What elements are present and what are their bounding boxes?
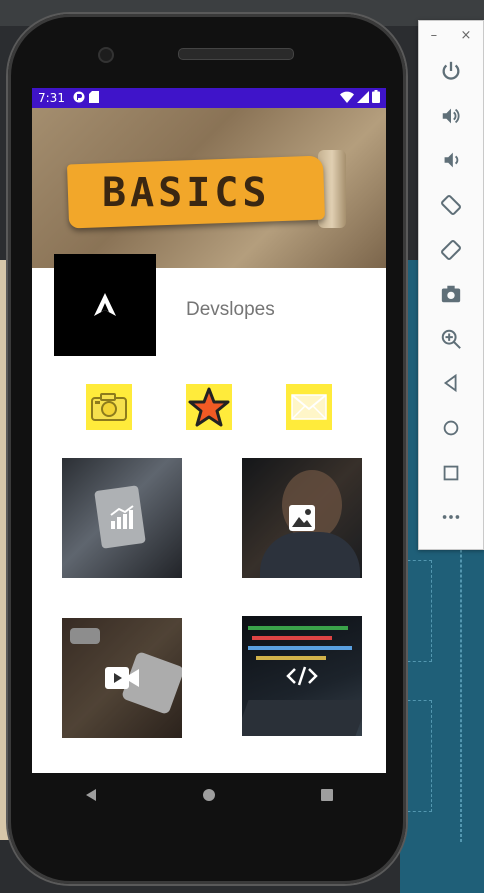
more-icon (442, 515, 460, 520)
star-icon (188, 387, 230, 427)
mail-icon (291, 394, 327, 420)
chart-icon (110, 505, 134, 529)
zoom-button[interactable] (419, 317, 483, 362)
recents-icon[interactable] (320, 788, 334, 802)
header-banner-image: BASICS (32, 108, 386, 268)
emulator-control-panel: – × (418, 20, 484, 550)
status-bar: 7:31 (32, 88, 386, 108)
game-icon (73, 91, 85, 106)
image-icon (289, 505, 315, 531)
home-icon (443, 420, 459, 436)
front-camera (98, 47, 114, 63)
tile-code[interactable] (242, 616, 362, 736)
home-icon[interactable] (202, 788, 216, 802)
screenshot-button[interactable] (419, 272, 483, 317)
back-icon (443, 374, 457, 393)
back-control-button[interactable] (419, 361, 483, 406)
home-control-button[interactable] (419, 406, 483, 451)
video-icon (105, 667, 139, 689)
volume-up-button[interactable] (419, 94, 483, 139)
rotate-right-icon (441, 239, 461, 260)
rotate-left-icon (441, 195, 461, 216)
tile-analytics[interactable] (62, 458, 182, 578)
profile-logo[interactable] (54, 254, 156, 356)
banner-text: BASICS (102, 170, 271, 216)
zoom-icon (441, 329, 461, 349)
battery-icon (372, 90, 380, 106)
minimize-button[interactable]: – (431, 28, 438, 43)
mail-button[interactable] (286, 384, 332, 430)
tile-video[interactable] (62, 618, 182, 738)
back-icon[interactable] (84, 788, 98, 802)
android-nav-bar (32, 773, 386, 817)
volume-up-icon (442, 108, 460, 124)
volume-down-button[interactable] (419, 138, 483, 183)
profile-name: Devslopes (186, 299, 275, 320)
overview-icon (443, 465, 459, 480)
camera-icon (91, 393, 127, 421)
signal-icon (357, 90, 369, 106)
overview-control-button[interactable] (419, 450, 483, 495)
keyboard-shape (242, 700, 362, 736)
app-screen: 7:31 BASICS Devslopes (32, 88, 386, 773)
tile-image[interactable] (242, 458, 362, 578)
power-icon (442, 62, 460, 80)
camera-button[interactable] (86, 384, 132, 430)
sd-card-icon (88, 90, 99, 106)
volume-down-icon (444, 153, 459, 168)
window-controls: – × (419, 21, 483, 49)
code-icon (286, 666, 318, 686)
star-button[interactable] (186, 384, 232, 430)
rotate-left-button[interactable] (419, 183, 483, 228)
power-button[interactable] (419, 49, 483, 94)
earpiece-speaker (178, 48, 294, 60)
close-button[interactable]: × (460, 28, 471, 43)
status-time: 7:31 (38, 91, 65, 105)
screenshot-icon (441, 286, 461, 303)
arrow-logo-icon (94, 293, 116, 316)
rotate-right-button[interactable] (419, 227, 483, 272)
wifi-icon (340, 91, 354, 106)
more-button[interactable] (419, 495, 483, 540)
